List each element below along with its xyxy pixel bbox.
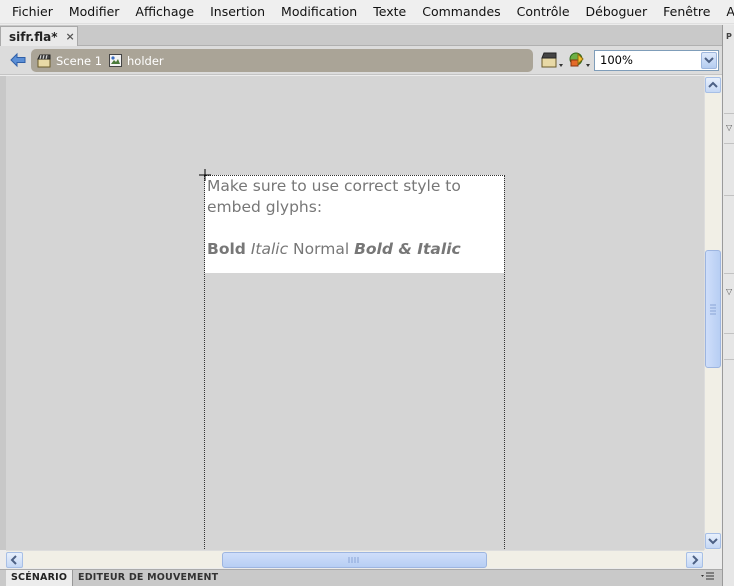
registration-point-icon: [199, 169, 211, 181]
scroll-up-button[interactable]: [705, 77, 721, 93]
chevron-right-icon: [692, 555, 699, 565]
scroll-corner: [704, 550, 721, 568]
breadcrumb-symbol[interactable]: holder: [109, 49, 164, 72]
text-field[interactable]: Make sure to use correct style to embed …: [205, 175, 504, 273]
zoom-select[interactable]: 100%: [594, 50, 719, 71]
horizontal-scrollbar[interactable]: [6, 550, 704, 568]
document-tab-label: sifr.fla*: [9, 29, 58, 44]
menu-modification[interactable]: Modification: [273, 0, 365, 24]
text-line-2: embed glyphs:: [207, 198, 323, 216]
symbol-icon: [109, 54, 122, 67]
scroll-right-button[interactable]: [686, 552, 703, 568]
expand-triangle-icon[interactable]: ▽: [726, 123, 732, 132]
menu-bar: Fichier Modifier Affichage Insertion Mod…: [0, 0, 734, 24]
panel-divider: [724, 113, 734, 114]
breadcrumb-scene[interactable]: Scene 1: [37, 49, 102, 72]
bold-italic-sample: Bold & Italic: [354, 240, 461, 258]
menu-commandes[interactable]: Commandes: [414, 0, 508, 24]
panel-divider: [724, 195, 734, 196]
menu-aide[interactable]: Aide: [718, 0, 734, 24]
edit-scene-icon[interactable]: [540, 50, 564, 70]
chevron-up-icon: [708, 81, 718, 88]
tab-motion-editor[interactable]: EDITEUR DE MOUVEMENT: [73, 570, 223, 586]
chevron-down-icon[interactable]: [701, 52, 717, 69]
tab-scenario[interactable]: SCÉNARIO: [6, 570, 74, 586]
bottom-panel-tabs: SCÉNARIO EDITEUR DE MOUVEMENT: [0, 569, 722, 586]
document-tab-bar: sifr.fla* ×: [0, 25, 722, 46]
scroll-left-button[interactable]: [6, 552, 23, 568]
selection-top-edge: [205, 175, 505, 176]
chevron-down-icon: [708, 538, 718, 545]
menu-controle[interactable]: Contrôle: [509, 0, 578, 24]
normal-sample: Normal: [293, 240, 350, 258]
horizontal-scroll-thumb[interactable]: [222, 552, 487, 568]
menu-affichage[interactable]: Affichage: [127, 0, 202, 24]
close-icon[interactable]: ×: [66, 30, 75, 43]
panel-divider: [724, 143, 734, 144]
menu-deboguer[interactable]: Déboguer: [578, 0, 656, 24]
panel-divider: [724, 333, 734, 334]
breadcrumb-symbol-label: holder: [127, 53, 164, 68]
grip-icon: [710, 304, 716, 315]
stage-canvas[interactable]: Make sure to use correct style to embed …: [6, 76, 704, 550]
grip-icon: [348, 557, 359, 563]
bold-sample: Bold: [207, 240, 246, 258]
italic-sample: Italic: [250, 240, 289, 258]
vertical-scrollbar[interactable]: [704, 76, 721, 550]
selection-right-edge: [504, 175, 505, 550]
panel-divider: [724, 273, 734, 274]
edit-symbol-icon[interactable]: [567, 50, 591, 70]
expand-triangle-icon[interactable]: ▽: [726, 287, 732, 296]
back-arrow-icon[interactable]: [9, 52, 27, 68]
menu-insertion[interactable]: Insertion: [202, 0, 273, 24]
chevron-left-icon: [10, 555, 17, 565]
panel-menu-icon[interactable]: [700, 570, 716, 582]
panel-divider: [724, 359, 734, 360]
scroll-down-button[interactable]: [705, 533, 721, 549]
menu-modifier[interactable]: Modifier: [61, 0, 128, 24]
menu-fichier[interactable]: Fichier: [4, 0, 61, 24]
vertical-scroll-thumb[interactable]: [705, 250, 721, 368]
text-line-1: Make sure to use correct style to: [207, 177, 461, 195]
text-line-styles: Bold Italic Normal Bold & Italic: [207, 239, 461, 260]
panel-label: P: [726, 32, 732, 41]
breadcrumb-scene-label: Scene 1: [56, 53, 103, 68]
menu-texte[interactable]: Texte: [365, 0, 414, 24]
zoom-value: 100%: [600, 53, 633, 67]
menu-fenetre[interactable]: Fenêtre: [655, 0, 718, 24]
scene-icon: [37, 54, 51, 67]
document-tab[interactable]: sifr.fla* ×: [0, 26, 78, 46]
breadcrumb: Scene 1 holder: [31, 49, 533, 72]
selection-left-edge: [204, 175, 205, 550]
properties-panel-edge[interactable]: P ▽ ▽: [722, 25, 734, 586]
